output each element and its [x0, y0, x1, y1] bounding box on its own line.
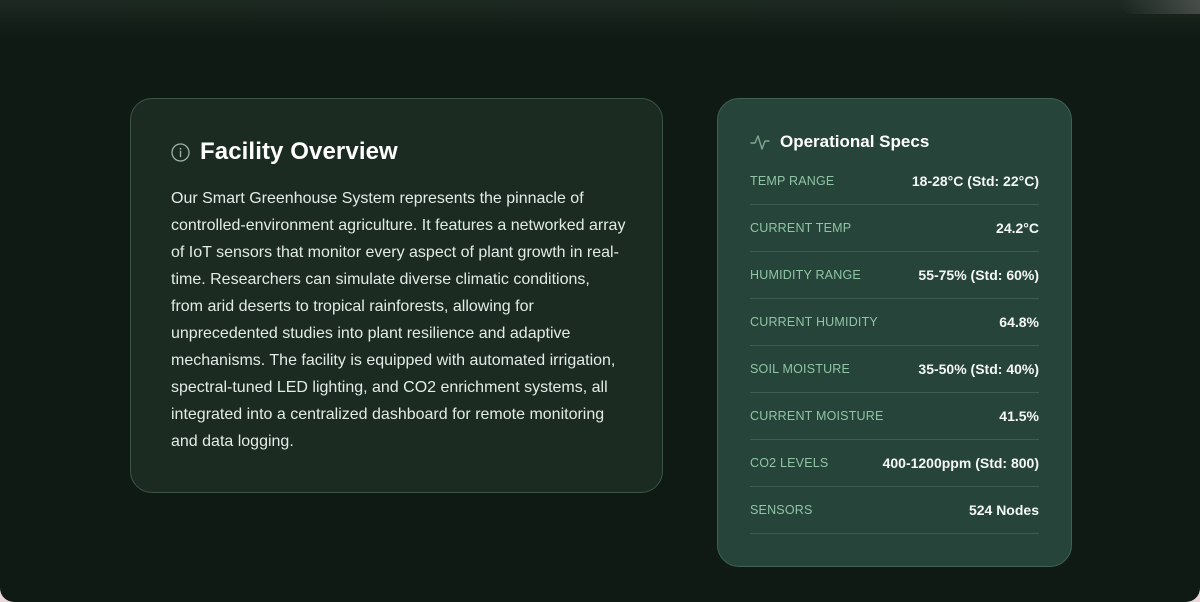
overview-title: Facility Overview — [200, 138, 398, 165]
spec-row-current-temp: CURRENT TEMP 24.2°C — [750, 205, 1039, 252]
spec-label: TEMP RANGE — [750, 174, 835, 188]
header-image-strip — [0, 0, 1200, 40]
spec-label: CURRENT MOISTURE — [750, 409, 884, 423]
specs-header: Operational Specs — [750, 127, 1039, 157]
page: Facility Overview Our Smart Greenhouse S… — [0, 0, 1200, 602]
specs-title: Operational Specs — [780, 132, 930, 151]
spec-value: 18-28°C (Std: 22°C) — [911, 173, 1039, 189]
spec-value: 24.2°C — [996, 220, 1039, 236]
overview-description: Our Smart Greenhouse System represents t… — [171, 190, 626, 450]
spec-value: 400-1200ppm (Std: 800) — [882, 455, 1039, 471]
overview-header: Facility Overview — [171, 137, 622, 167]
spec-label: CURRENT TEMP — [750, 221, 852, 235]
info-icon — [171, 142, 190, 162]
spec-label: HUMIDITY RANGE — [750, 268, 861, 282]
spec-value: 524 Nodes — [968, 502, 1039, 518]
facility-overview-card: Facility Overview Our Smart Greenhouse S… — [130, 98, 663, 493]
spec-row-soil-moisture: SOIL MOISTURE 35-50% (Std: 40%) — [750, 346, 1039, 393]
spec-label: SENSORS — [750, 503, 813, 517]
spec-value: 55-75% (Std: 60%) — [918, 267, 1039, 283]
spec-label: CO2 LEVELS — [750, 456, 829, 470]
spec-row-humidity-range: HUMIDITY RANGE 55-75% (Std: 60%) — [750, 252, 1039, 299]
spec-value: 64.8% — [999, 314, 1039, 330]
spec-row-temp-range: TEMP RANGE 18-28°C (Std: 22°C) — [750, 158, 1039, 205]
spec-row-current-humidity: CURRENT HUMIDITY 64.8% — [750, 299, 1039, 346]
spec-value: 41.5% — [999, 408, 1039, 424]
activity-pulse-icon — [750, 132, 770, 152]
operational-specs-card: Operational Specs TEMP RANGE 18-28°C (St… — [717, 98, 1072, 567]
spec-label: CURRENT HUMIDITY — [750, 315, 878, 329]
spec-row-current-moisture: CURRENT MOISTURE 41.5% — [750, 393, 1039, 440]
spec-value: 35-50% (Std: 40%) — [918, 361, 1039, 377]
spec-row-sensors: SENSORS 524 Nodes — [750, 487, 1039, 534]
spec-row-co2-levels: CO2 LEVELS 400-1200ppm (Std: 800) — [750, 440, 1039, 487]
spec-label: SOIL MOISTURE — [750, 362, 851, 376]
